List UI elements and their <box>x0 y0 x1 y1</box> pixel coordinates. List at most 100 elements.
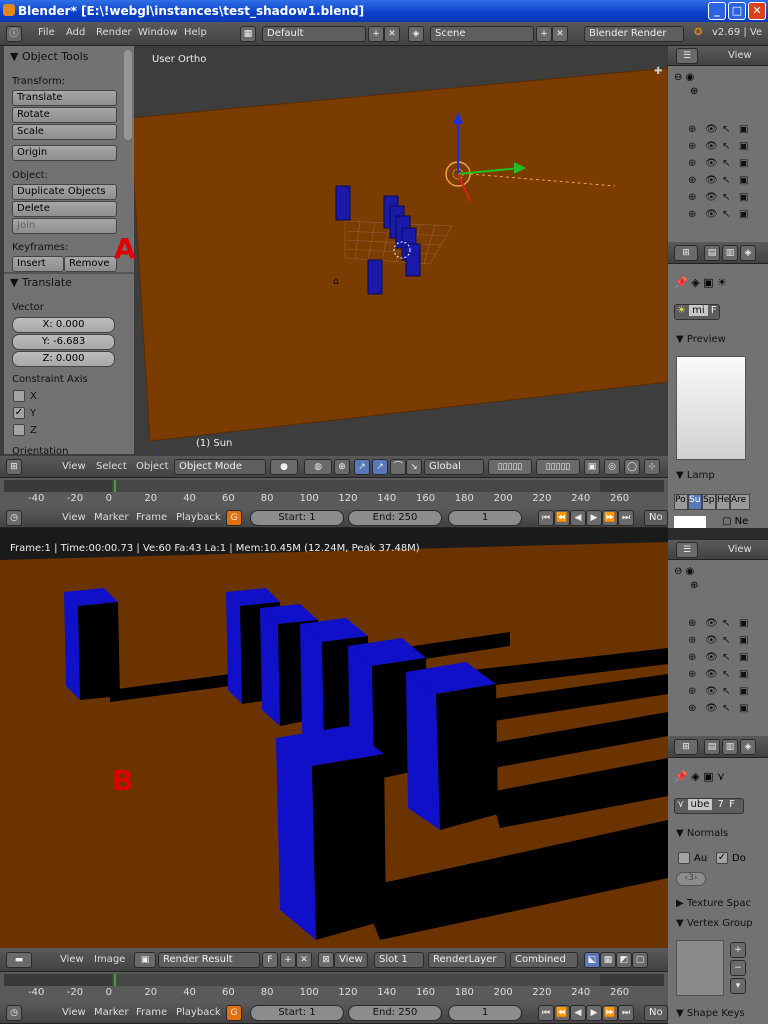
double-sided-checkbox[interactable]: ✓ <box>716 852 728 864</box>
play-icon[interactable]: ▶ <box>586 1005 602 1021</box>
scale-button[interactable]: Scale <box>12 124 117 140</box>
mesh-fake-user[interactable]: F <box>729 799 735 810</box>
view-mode-icon[interactable]: ⊠ <box>318 952 334 968</box>
render-view[interactable]: Frame:1 | Time:00:00.73 | Ve:60 Fa:43 La… <box>0 528 668 948</box>
lamp-name[interactable]: mi <box>689 305 708 316</box>
properties-type-icon[interactable]: ⊞ <box>674 739 698 755</box>
vector-y-field[interactable]: Y: -6.683 <box>12 334 115 350</box>
tree-expand-icon[interactable]: ⊕ <box>690 86 698 97</box>
outliner-row[interactable]: ⊕ 👁 ↖ ▣ <box>688 209 758 223</box>
jump-start-icon[interactable]: ⏮ <box>538 510 554 526</box>
menu-file[interactable]: File <box>38 27 55 38</box>
vector-z-field[interactable]: Z: 0.000 <box>12 351 115 367</box>
constraint-x-checkbox[interactable] <box>13 390 25 402</box>
manipulator-icon[interactable]: ⊕ <box>334 459 350 475</box>
outliner-row[interactable]: ⊕ 👁 ↖ ▣ <box>688 703 758 717</box>
viewport-menu-select[interactable]: Select <box>96 461 127 472</box>
timeline-type-icon[interactable]: ◷ <box>6 510 22 526</box>
constraint-z-checkbox[interactable] <box>13 424 25 436</box>
viewport-menu-object[interactable]: Object <box>136 461 169 472</box>
start-frame-field[interactable]: Start: 1 <box>250 1005 344 1021</box>
vertex-group-menu-icon[interactable]: ▾ <box>730 978 746 994</box>
tree-expand-icon[interactable]: ⊕ <box>690 580 698 591</box>
vertex-groups-list[interactable] <box>676 940 724 996</box>
view-select[interactable]: View <box>334 952 368 968</box>
menu-help[interactable]: Help <box>184 27 207 38</box>
vertex-group-add-icon[interactable]: + <box>730 942 746 958</box>
outliner-row[interactable]: ⊕ 👁 ↖ ▣ <box>688 124 758 138</box>
start-frame-field[interactable]: Start: 1 <box>250 510 344 526</box>
outliner-type-icon[interactable]: ☰ <box>676 542 698 558</box>
timeline-menu-playback[interactable]: Playback <box>176 512 221 523</box>
object-tools-title[interactable]: ▼ Object Tools <box>10 50 88 63</box>
end-frame-field[interactable]: End: 250 <box>348 1005 442 1021</box>
outliner-type-icon[interactable]: ☰ <box>676 48 698 64</box>
rotate-manipulator-icon[interactable]: ↗ <box>372 459 388 475</box>
timeline-menu-marker[interactable]: Marker <box>94 512 129 523</box>
scene-add-icon[interactable]: + <box>536 26 552 42</box>
outliner-row[interactable]: ⊕ 👁 ↖ ▣ <box>688 141 758 155</box>
vector-x-field[interactable]: X: 0.000 <box>12 317 115 333</box>
render-pass-select[interactable]: Combined <box>510 952 578 968</box>
mesh-users[interactable]: 7 <box>716 799 726 810</box>
minimize-button[interactable]: _ <box>708 2 726 20</box>
mesh-datablock[interactable]: ⋎ ube 7 F <box>674 798 744 814</box>
timeline-menu-marker[interactable]: Marker <box>94 1007 129 1018</box>
play-icon[interactable]: ▶ <box>586 510 602 526</box>
outliner-row[interactable]: ⊕ 👁 ↖ ▣ <box>688 192 758 206</box>
layout-icon[interactable]: ▦ <box>240 26 256 42</box>
timeline-menu-view[interactable]: View <box>62 1007 86 1018</box>
render-preview-icon[interactable]: ⊹ <box>644 459 660 475</box>
current-frame-field[interactable]: 1 <box>448 1005 522 1021</box>
preview-panel-title[interactable]: ▼ Preview <box>676 334 726 345</box>
join-button[interactable]: Join <box>12 218 117 234</box>
normals-panel-title[interactable]: ▼ Normals <box>676 828 728 839</box>
proportional-edit-icon[interactable]: ◎ <box>604 459 620 475</box>
layout-remove-icon[interactable]: ✕ <box>384 26 400 42</box>
image-name-field[interactable]: Render Result <box>158 952 260 968</box>
image-menu-image[interactable]: Image <box>94 954 125 965</box>
layers-tab-icon[interactable]: ▥ <box>722 739 738 755</box>
insert-keyframe-button[interactable]: Insert <box>12 256 64 272</box>
scene-remove-icon[interactable]: ✕ <box>552 26 568 42</box>
timeline-type-icon[interactable]: ◷ <box>6 1005 22 1021</box>
next-key-icon[interactable]: ⏩ <box>602 1005 618 1021</box>
prev-key-icon[interactable]: ⏪ <box>554 510 570 526</box>
menu-window[interactable]: Window <box>138 27 177 38</box>
origin-button[interactable]: Origin <box>12 145 117 161</box>
image-pin-icon[interactable]: ▢ <box>632 952 648 968</box>
lamp-tab-sun[interactable]: Su <box>688 494 702 510</box>
negative-toggle[interactable]: ▢ Ne <box>722 516 748 527</box>
lamp-color-swatch[interactable] <box>674 516 706 528</box>
image-menu-view[interactable]: View <box>60 954 84 965</box>
scale-manipulator-icon[interactable]: ⌒ <box>390 459 406 475</box>
properties-type-icon[interactable]: ⊞ <box>674 245 698 261</box>
shape-keys-panel-title[interactable]: ▼ Shape Keys <box>676 1008 745 1019</box>
outliner-row[interactable]: ⊕ 👁 ↖ ▣ <box>688 635 758 649</box>
current-frame-field[interactable]: 1 <box>448 510 522 526</box>
outliner-row[interactable]: ⊕ 👁 ↖ ▣ <box>688 175 758 189</box>
render-tab-icon[interactable]: ▤ <box>704 245 720 261</box>
timeline-menu-playback[interactable]: Playback <box>176 1007 221 1018</box>
jump-start-icon[interactable]: ⏮ <box>538 1005 554 1021</box>
prev-key-icon[interactable]: ⏪ <box>554 1005 570 1021</box>
outliner-row[interactable]: ⊕ 👁 ↖ ▣ <box>688 652 758 666</box>
vertex-group-remove-icon[interactable]: − <box>730 960 746 976</box>
autokey-icon[interactable]: G <box>226 510 242 526</box>
scene-field[interactable]: Scene <box>430 26 534 42</box>
jump-end-icon[interactable]: ⏭ <box>618 510 634 526</box>
menu-add[interactable]: Add <box>66 27 85 38</box>
display-z-icon[interactable]: ◩ <box>616 952 632 968</box>
translate-manipulator-icon[interactable]: ↗ <box>354 459 370 475</box>
timeline-bottom[interactable]: -40 -20 0 20 40 60 80 100 120 140 160 180 200 220 240 2… <box>0 972 668 1002</box>
maximize-button[interactable]: □ <box>728 2 746 20</box>
sync-select[interactable]: No <box>644 510 668 526</box>
render-layer-select[interactable]: RenderLayer <box>428 952 506 968</box>
lamp-tab-spot[interactable]: Sp <box>702 494 716 510</box>
play-reverse-icon[interactable]: ◀ <box>570 510 586 526</box>
delete-button[interactable]: Delete <box>12 201 117 217</box>
lamp-datablock[interactable]: ☀ mi F <box>674 304 720 320</box>
editor-type-icon[interactable]: ⓘ <box>6 26 22 42</box>
next-key-icon[interactable]: ⏩ <box>602 510 618 526</box>
render-tab-icon[interactable]: ▤ <box>704 739 720 755</box>
